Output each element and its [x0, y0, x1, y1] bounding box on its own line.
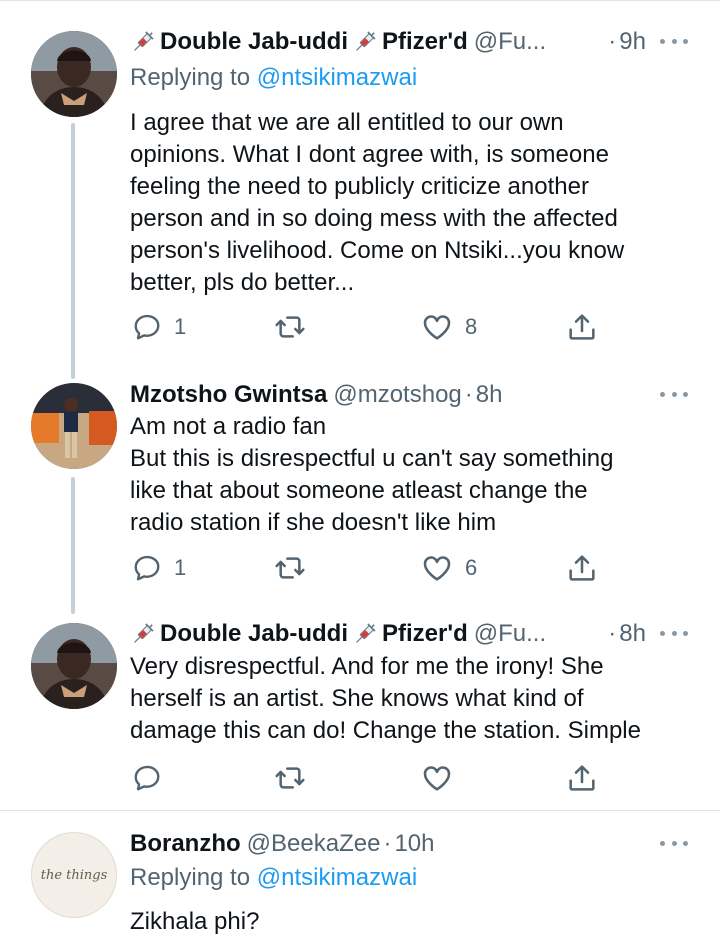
reply-button[interactable]: 1: [132, 309, 186, 345]
thread-line: [71, 363, 75, 379]
avatar[interactable]: [31, 31, 117, 117]
separator: ·: [464, 381, 473, 408]
share-button[interactable]: [566, 760, 598, 796]
tweet-header: Double Jab-uddi Pfizer'd @Fu... · 9h: [130, 24, 692, 60]
timestamp[interactable]: 10h: [394, 830, 434, 858]
avatar[interactable]: the things: [31, 832, 117, 918]
tweet[interactable]: Double Jab-uddi Pfizer'd @Fu... · 9h Rep…: [0, 24, 720, 374]
display-name[interactable]: Boranzho: [130, 830, 241, 858]
avatar[interactable]: [31, 623, 117, 709]
syringe-icon: [352, 621, 378, 647]
syringe-icon: [130, 29, 156, 55]
share-icon: [566, 311, 598, 343]
tweet-header: Double Jab-uddi Pfizer'd @Fu... · 8h: [130, 616, 692, 652]
reply-count: 1: [174, 314, 187, 339]
share-icon: [566, 552, 598, 584]
display-name-suffix[interactable]: Pfizer'd: [382, 620, 468, 648]
avatar[interactable]: [31, 383, 117, 469]
tweet-text: Very disrespectful. And for me the irony…: [130, 653, 641, 744]
more-icon[interactable]: [660, 841, 688, 847]
syringe-icon: [352, 29, 378, 55]
handle[interactable]: @Fu...: [474, 620, 546, 648]
like-count: 6: [465, 555, 478, 580]
retweet-icon: [274, 311, 306, 343]
more-icon[interactable]: [660, 39, 688, 45]
separator: ·: [383, 830, 392, 857]
more-icon[interactable]: [660, 392, 688, 398]
tweet-header: Boranzho @BeekaZee · 10h: [130, 826, 692, 862]
like-button[interactable]: [421, 760, 453, 796]
replying-mention[interactable]: @ntsikimazwai: [257, 864, 417, 891]
like-icon: [421, 762, 453, 794]
avatar-logo-text: the things: [40, 867, 108, 883]
like-count: 8: [465, 314, 478, 339]
more-icon[interactable]: [660, 631, 688, 637]
reply-icon: [132, 312, 162, 342]
handle[interactable]: @mzotshog: [333, 381, 461, 409]
like-icon: [421, 311, 453, 343]
separator: ·: [608, 620, 617, 647]
reply-count: 1: [174, 555, 187, 580]
divider: [0, 810, 720, 811]
retweet-icon: [274, 762, 306, 794]
tweet-actions: [130, 760, 630, 796]
retweet-button[interactable]: [274, 309, 306, 345]
separator: ·: [608, 28, 617, 55]
tweet-actions: 1 6: [130, 550, 630, 586]
display-name-suffix[interactable]: Pfizer'd: [382, 28, 468, 56]
tweet-text: Zikhala phi?: [130, 908, 260, 935]
thread-line: [71, 123, 75, 374]
top-border: [0, 0, 720, 1]
tweet-text: Am not a radio fan But this is disrespec…: [130, 413, 614, 536]
like-icon: [421, 552, 453, 584]
tweet-header: Mzotsho Gwintsa @mzotshog · 8h: [130, 377, 692, 413]
replying-mention[interactable]: @ntsikimazwai: [257, 64, 417, 91]
timestamp[interactable]: 8h: [476, 381, 503, 409]
like-button[interactable]: 6: [421, 550, 477, 586]
reply-button[interactable]: 1: [132, 550, 186, 586]
replying-to: Replying to @ntsikimazwai: [130, 864, 417, 892]
handle[interactable]: @Fu...: [474, 28, 546, 56]
handle[interactable]: @BeekaZee: [247, 830, 381, 858]
retweet-icon: [274, 552, 306, 584]
reply-button[interactable]: [132, 760, 162, 796]
share-button[interactable]: [566, 309, 598, 345]
share-icon: [566, 762, 598, 794]
tweet-actions: 1 8: [130, 309, 630, 345]
replying-prefix: Replying to: [130, 64, 251, 91]
display-name[interactable]: Mzotsho Gwintsa: [130, 381, 327, 409]
reply-icon: [132, 763, 162, 793]
tweet[interactable]: Mzotsho Gwintsa @mzotshog · 8h Am not a …: [0, 363, 720, 614]
replying-to: Replying to @ntsikimazwai: [130, 64, 417, 92]
retweet-button[interactable]: [274, 550, 306, 586]
tweet-text: I agree that we are all entitled to our …: [130, 109, 625, 296]
like-button[interactable]: 8: [421, 309, 477, 345]
reply-icon: [132, 553, 162, 583]
share-button[interactable]: [566, 550, 598, 586]
thread-line: [71, 477, 75, 614]
tweet[interactable]: the things Boranzho @BeekaZee · 10h Repl…: [0, 826, 720, 935]
timestamp[interactable]: 8h: [619, 620, 646, 648]
display-name[interactable]: Double Jab-uddi: [160, 620, 348, 648]
timestamp[interactable]: 9h: [619, 28, 646, 56]
display-name[interactable]: Double Jab-uddi: [160, 28, 348, 56]
tweet[interactable]: Double Jab-uddi Pfizer'd @Fu... · 8h Ver…: [0, 616, 720, 806]
replying-prefix: Replying to: [130, 864, 251, 891]
retweet-button[interactable]: [274, 760, 306, 796]
syringe-icon: [130, 621, 156, 647]
